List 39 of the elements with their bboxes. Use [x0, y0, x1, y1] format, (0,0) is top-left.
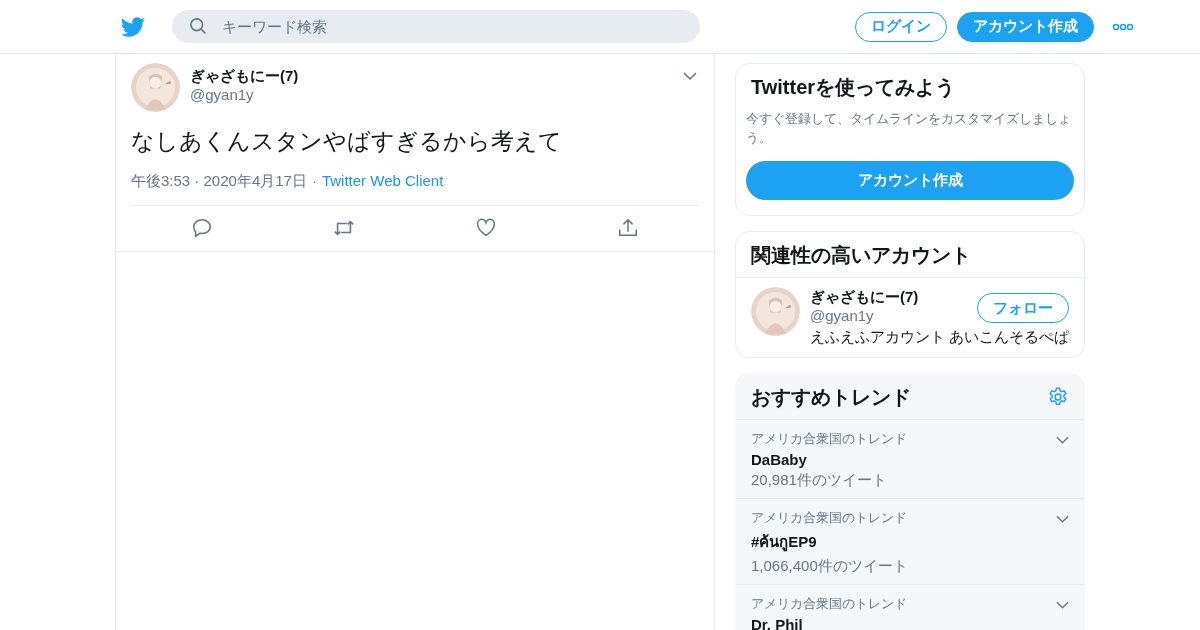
tweet-count: 20,981件のツイート: [751, 471, 888, 490]
user-bio: えふえふアカウント あいこんそるぺぱ: [810, 328, 1070, 347]
login-button[interactable]: ログイン: [855, 11, 947, 42]
user-handle[interactable]: @gyan1y: [190, 86, 683, 103]
share-icon[interactable]: [617, 217, 639, 239]
trend-context: アメリカ合衆国のトレンド: [751, 595, 908, 613]
reply-icon[interactable]: [191, 217, 213, 239]
card-description: 今すぐ登録して、タイムラインをカスタマイズしましょう。: [746, 110, 1072, 147]
trend-name: Dr. Phil: [751, 616, 804, 630]
card-title: おすすめトレンド: [750, 385, 912, 410]
chevron-down-icon[interactable]: [1056, 436, 1069, 444]
trend-context: アメリカ合衆国のトレンド: [751, 509, 908, 527]
more-icon[interactable]: [1112, 22, 1134, 31]
separator-dot: ·: [311, 172, 317, 191]
trend-item[interactable]: アメリカ合衆国のトレンド DaBaby 20,981件のツイート: [736, 420, 1084, 499]
chevron-down-icon[interactable]: [1056, 515, 1069, 523]
tweet-count: 1,066,400件のツイート: [751, 557, 909, 576]
bird-logo[interactable]: [119, 14, 147, 39]
card-title: 関連性の高いアカウント: [736, 232, 1084, 278]
search-field[interactable]: キーワード検索: [172, 10, 700, 43]
trend-name: #ค้นกูEP9: [751, 532, 818, 554]
trend-item[interactable]: アメリカ合衆国のトレンド #ค้นกูEP9 1,066,400件のツイート: [736, 499, 1084, 585]
user-handle[interactable]: @gyan1y: [810, 307, 978, 324]
heart-icon[interactable]: [475, 217, 497, 239]
user-name[interactable]: ぎゃざもにー(7): [190, 67, 683, 86]
user-name[interactable]: ぎゃざもにー(7): [810, 288, 978, 307]
trend-name: DaBaby: [751, 451, 808, 468]
tweet-text: なしあくんスタンやばすぎるから考えて: [131, 127, 563, 156]
signup-button[interactable]: アカウント作成: [746, 161, 1074, 200]
chevron-down-icon[interactable]: [683, 72, 697, 80]
signup-button[interactable]: アカウント作成: [957, 11, 1094, 42]
follow-button[interactable]: フォロー: [977, 293, 1070, 323]
card-title: Twitterを使ってみよう: [750, 75, 957, 100]
chevron-down-icon[interactable]: [1056, 601, 1069, 609]
trend-item[interactable]: アメリカ合衆国のトレンド Dr. Phil: [736, 585, 1084, 630]
client-link[interactable]: Twitter Web Client: [321, 172, 444, 191]
settings-icon[interactable]: [1047, 385, 1069, 408]
tweet-timestamp[interactable]: 午後3:53 · 2020年4月17日: [131, 172, 307, 191]
trend-context: アメリカ合衆国のトレンド: [751, 430, 908, 448]
